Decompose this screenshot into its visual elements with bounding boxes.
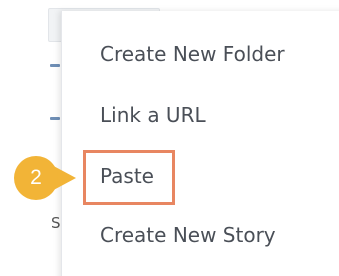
- background-partial-text: S: [51, 214, 61, 232]
- screenshot-stage: S Create New Folder Link a URL Paste Cre…: [0, 0, 339, 276]
- menu-item-create-new-story[interactable]: Create New Story: [100, 223, 276, 247]
- background-tick-mark: [50, 64, 60, 67]
- step-number: 2: [30, 166, 42, 189]
- background-tick-mark: [50, 117, 60, 120]
- context-menu: Create New Folder Link a URL Paste Creat…: [61, 11, 339, 276]
- menu-item-link-a-url[interactable]: Link a URL: [100, 103, 206, 127]
- menu-item-create-new-folder[interactable]: Create New Folder: [100, 42, 285, 66]
- paste-highlight-box: [83, 150, 175, 205]
